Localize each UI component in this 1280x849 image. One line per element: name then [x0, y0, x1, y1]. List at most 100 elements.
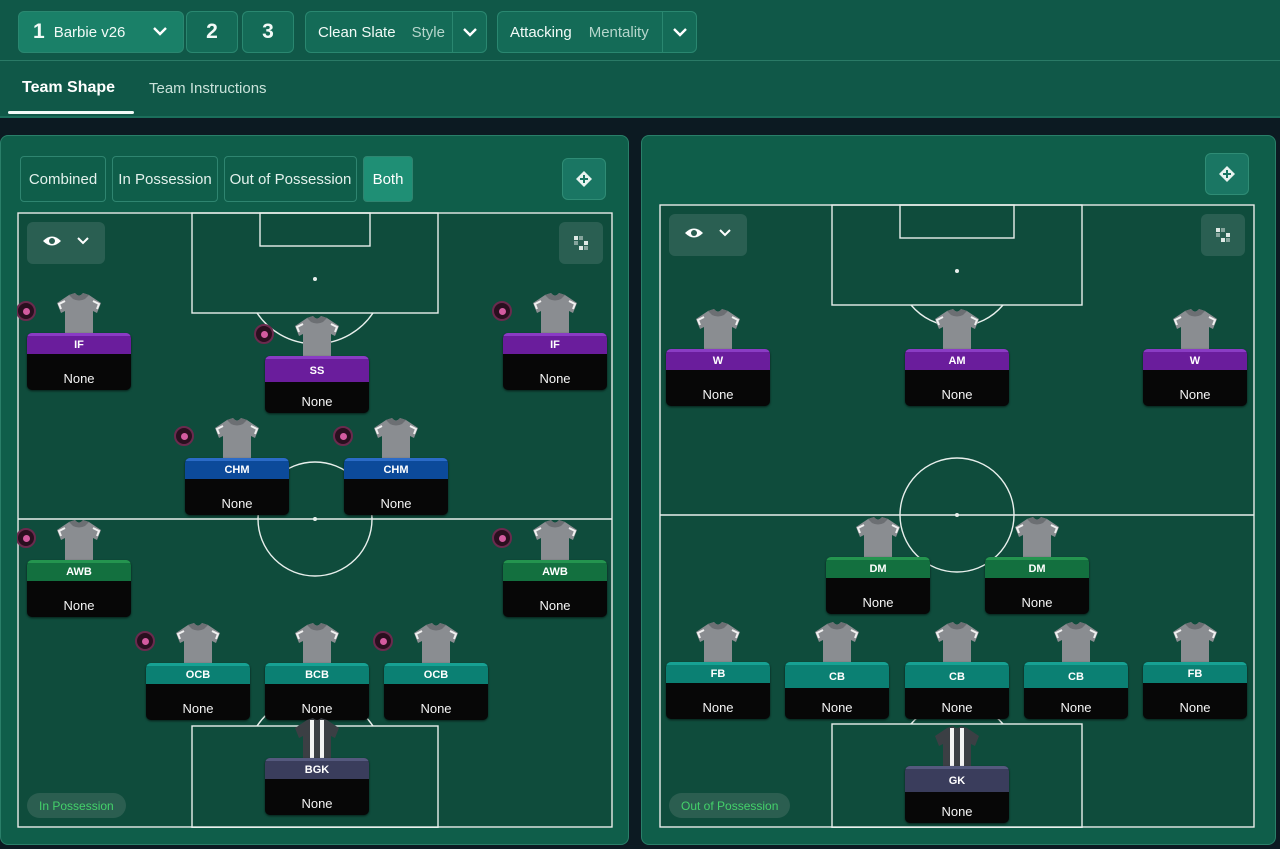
in-possession-panel: Combined In Possession Out of Possession… — [0, 135, 629, 845]
player-slot[interactable]: C B None — [1024, 622, 1128, 719]
player-slot[interactable]: BCB None — [265, 623, 369, 720]
player-card: C B None — [785, 662, 889, 719]
player-slot[interactable]: CHM None — [333, 418, 448, 515]
player-slot[interactable]: CHM None — [174, 418, 289, 515]
playmaker-badge-icon — [174, 426, 194, 446]
role-label: OCB — [146, 663, 250, 684]
shirt-icon — [1171, 622, 1219, 662]
player-slot[interactable]: OCB None — [135, 623, 250, 720]
tactic-slot-3-button[interactable]: 3 — [242, 11, 294, 53]
player-name: None — [941, 700, 973, 715]
segment-in-possession[interactable]: In Possession — [112, 156, 218, 202]
player-name: None — [1021, 595, 1053, 610]
playmaker-badge-icon — [333, 426, 353, 446]
chevron-down-icon — [718, 226, 732, 245]
role-label: FB — [666, 662, 770, 683]
player-card: W None — [666, 349, 770, 406]
player-slot[interactable]: AWB None — [17, 520, 131, 617]
role-label: GK — [905, 766, 1009, 792]
grid-icon[interactable] — [559, 222, 603, 264]
segment-both[interactable]: Both — [363, 156, 413, 202]
player-name: None — [221, 496, 253, 511]
player-slot[interactable]: BGK None — [265, 718, 369, 815]
player-name: None — [63, 371, 95, 386]
player-card: AWB None — [503, 560, 607, 617]
player-name: None — [301, 796, 333, 811]
visibility-toggle[interactable] — [27, 222, 105, 264]
swap-diamond-icon[interactable] — [1205, 153, 1249, 195]
player-slot[interactable]: IF None — [492, 293, 607, 390]
tab-team-instructions[interactable]: Team Instructions — [149, 62, 267, 114]
player-slot[interactable]: W None — [666, 309, 770, 406]
swap-diamond-icon[interactable] — [562, 158, 606, 200]
role-label: IF — [27, 333, 131, 354]
player-card: OCB None — [384, 663, 488, 720]
role-label: SS — [265, 356, 369, 382]
player-slot[interactable]: C B None — [905, 622, 1009, 719]
chevron-down-icon[interactable] — [452, 12, 486, 52]
shirt-icon — [813, 622, 861, 662]
player-name: None — [63, 598, 95, 613]
player-name: None — [1179, 387, 1211, 402]
segment-combined[interactable]: Combined — [20, 156, 106, 202]
style-dropdown[interactable]: Clean Slate Style — [305, 11, 487, 53]
player-slot[interactable]: AWB None — [492, 520, 607, 617]
chevron-down-icon[interactable] — [662, 12, 696, 52]
player-slot[interactable]: FB None — [666, 622, 770, 719]
eye-icon — [42, 234, 62, 252]
role-label: CB — [905, 662, 1009, 688]
phase-label: Out of Possession — [669, 793, 791, 818]
player-card: C B None — [1024, 662, 1128, 719]
tab-team-shape[interactable]: Team Shape — [22, 62, 115, 114]
out-of-possession-panel: Out of Possession W None AM None W None DM None… — [641, 135, 1276, 845]
player-slot[interactable]: DM None — [985, 517, 1089, 614]
shirt-icon — [55, 293, 103, 333]
role-label: CHM — [185, 458, 289, 479]
role-label: AM — [905, 349, 1009, 370]
tactic-toolbar: 1 Barbie v26 2 3 Clean Slate Style Attac… — [0, 0, 1280, 60]
grid-icon[interactable] — [1201, 214, 1245, 256]
player-slot[interactable]: S S None — [254, 316, 369, 413]
player-name: None — [539, 598, 571, 613]
player-slot[interactable]: IF None — [17, 293, 131, 390]
player-name: None — [380, 496, 412, 511]
role-label: AWB — [503, 560, 607, 581]
player-slot[interactable]: AM None — [905, 309, 1009, 406]
shirt-icon — [1171, 309, 1219, 349]
player-name: None — [1060, 700, 1092, 715]
playmaker-badge-icon — [254, 324, 274, 344]
player-card: C B None — [905, 662, 1009, 719]
tactic-selector-button[interactable]: 1 Barbie v26 — [18, 11, 184, 53]
tactic-slot-2-button[interactable]: 2 — [186, 11, 238, 53]
player-slot[interactable]: W None — [1143, 309, 1247, 406]
playmaker-badge-icon — [17, 301, 36, 321]
shirt-icon — [694, 309, 742, 349]
shirt-icon — [933, 309, 981, 349]
player-slot[interactable]: FB None — [1143, 622, 1247, 719]
player-name: None — [420, 701, 452, 716]
player-slot[interactable]: DM None — [826, 517, 930, 614]
shirt-icon — [531, 520, 579, 560]
player-name: None — [702, 700, 734, 715]
style-label: Style — [411, 23, 445, 41]
mentality-label: Mentality — [588, 23, 649, 41]
player-slot[interactable]: C B None — [785, 622, 889, 719]
shirt-icon — [293, 623, 341, 663]
shirt-icon — [1013, 517, 1061, 557]
segment-out-of-possession[interactable]: Out of Possession — [224, 156, 357, 202]
player-slot[interactable]: OCB None — [373, 623, 488, 720]
style-value: Clean Slate — [318, 23, 396, 41]
shirt-icon — [412, 623, 460, 663]
player-card: W None — [1143, 349, 1247, 406]
shirt-icon — [531, 293, 579, 333]
shirt-icon — [213, 418, 261, 458]
player-name: None — [862, 595, 894, 610]
player-name: None — [182, 701, 214, 716]
player-card: AWB None — [27, 560, 131, 617]
player-slot[interactable]: G K None — [905, 726, 1009, 823]
shirt-icon — [174, 623, 222, 663]
visibility-toggle[interactable] — [669, 214, 747, 256]
playmaker-badge-icon — [17, 528, 36, 548]
mentality-dropdown[interactable]: Attacking Mentality — [497, 11, 697, 53]
player-card: OCB None — [146, 663, 250, 720]
